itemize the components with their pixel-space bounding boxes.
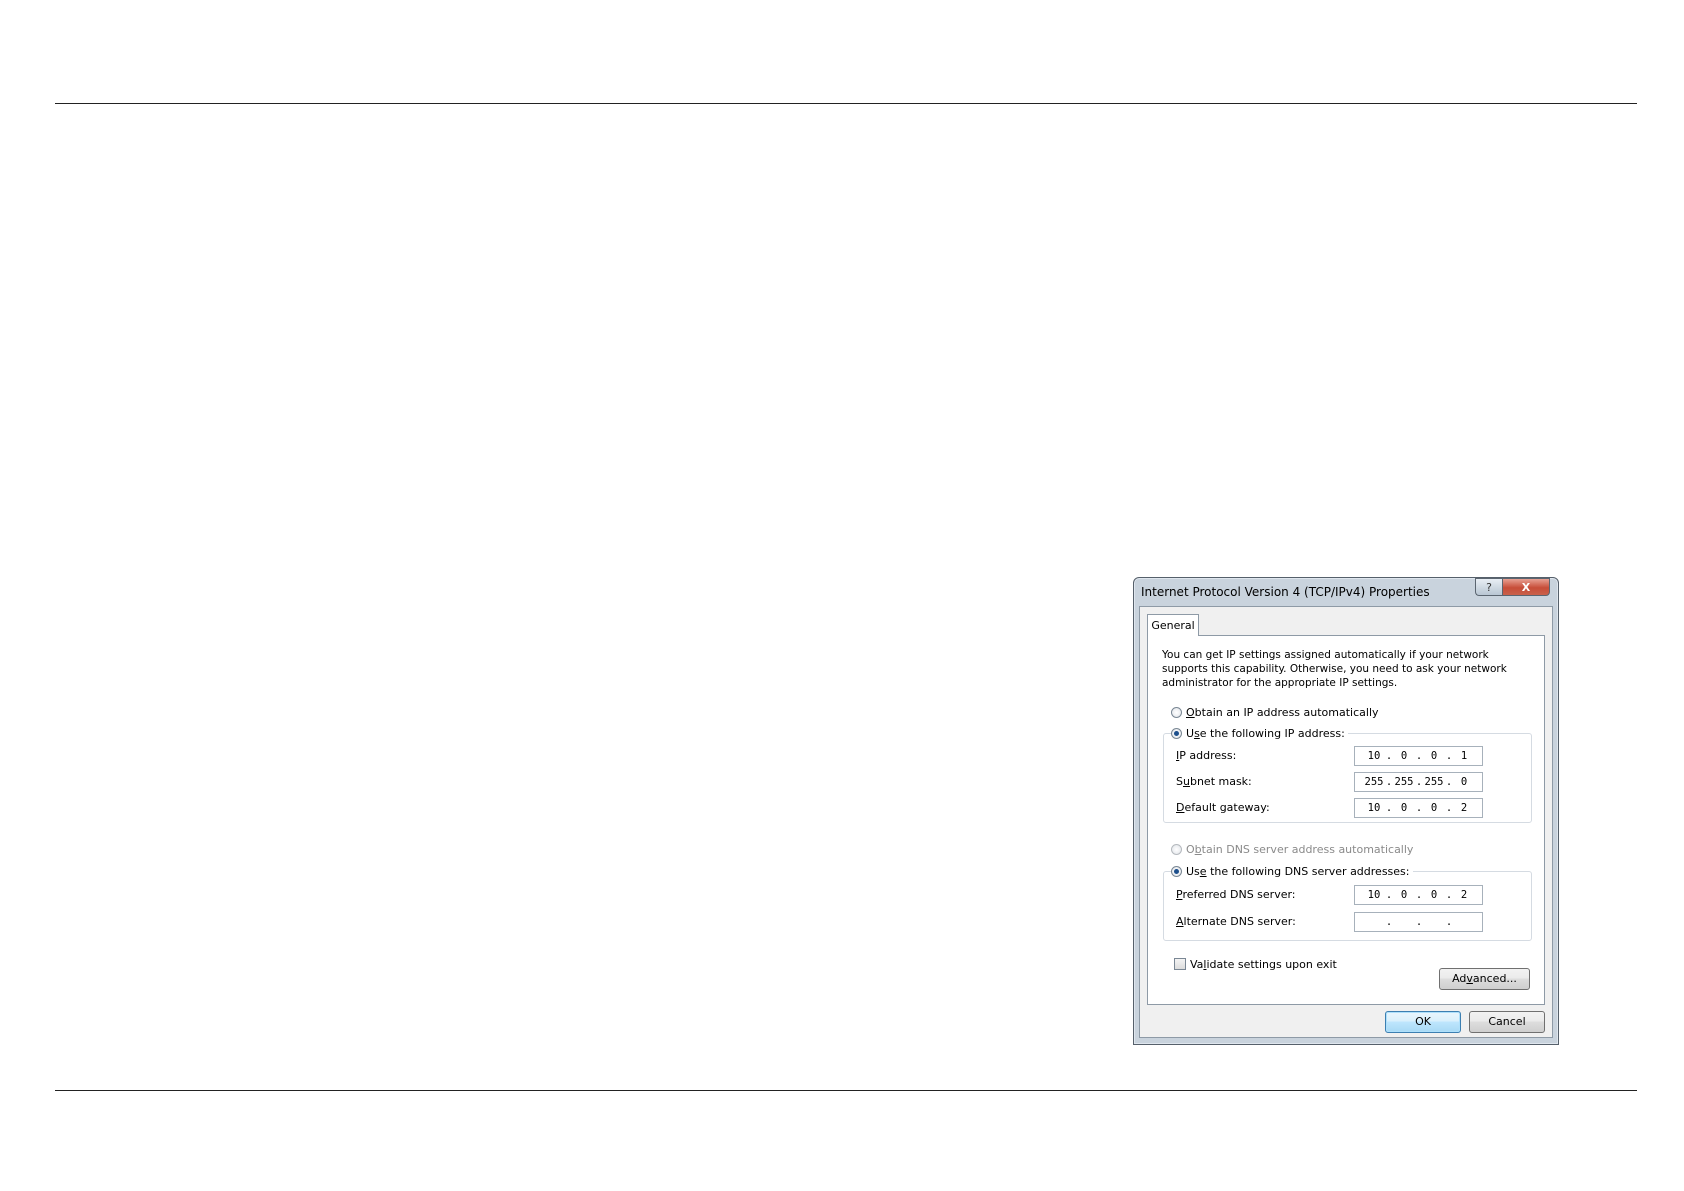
ip-address-group: IP address: 10. 0. 0. 1 Subnet mask: 255… <box>1163 733 1532 823</box>
ok-button[interactable]: OK <box>1385 1011 1461 1033</box>
preferred-dns-row: Preferred DNS server: 10. 0. 0. 2 <box>1176 885 1526 905</box>
ipv4-properties-dialog: Internet Protocol Version 4 (TCP/IPv4) P… <box>1133 577 1559 1045</box>
alternate-dns-label: Alternate DNS server: <box>1176 915 1296 928</box>
default-gateway-row: Default gateway: 10. 0. 0. 2 <box>1176 798 1526 818</box>
validate-settings-label: Validate settings upon exit <box>1190 957 1337 971</box>
dns-server-group: Preferred DNS server: 10. 0. 0. 2 Altern… <box>1163 871 1532 941</box>
description-text: You can get IP settings assigned automat… <box>1162 649 1507 689</box>
validate-settings-checkbox[interactable]: Validate settings upon exit <box>1174 956 1337 972</box>
ip-address-label: IP address: <box>1176 749 1237 762</box>
radio-button-checked[interactable] <box>1171 865 1182 877</box>
ip-address-row: IP address: 10. 0. 0. 1 <box>1176 746 1526 766</box>
dialog-client-area: General You can get IP settings assigned… <box>1139 606 1553 1038</box>
subnet-mask-row: Subnet mask: 255. 255. 255. 0 <box>1176 772 1526 792</box>
use-following-dns-label: Use the following DNS server addresses: <box>1186 864 1410 878</box>
tab-general[interactable]: General <box>1147 614 1199 636</box>
default-gateway-label: Default gateway: <box>1176 801 1270 814</box>
checkbox-unchecked[interactable] <box>1174 958 1186 970</box>
help-button[interactable]: ? <box>1475 578 1502 596</box>
ip-address-input[interactable]: 10. 0. 0. 1 <box>1354 746 1483 766</box>
radio-button-checked[interactable] <box>1171 727 1182 739</box>
default-gateway-input[interactable]: 10. 0. 0. 2 <box>1354 798 1483 818</box>
preferred-dns-label: Preferred DNS server: <box>1176 888 1296 901</box>
subnet-mask-input[interactable]: 255. 255. 255. 0 <box>1354 772 1483 792</box>
caption-buttons: ? X <box>1475 578 1550 596</box>
obtain-ip-automatically-radio[interactable]: Obtain an IP address automatically <box>1171 704 1382 720</box>
use-following-dns-radio[interactable]: Use the following DNS server addresses: <box>1171 863 1413 879</box>
obtain-dns-automatically-label: Obtain DNS server address automatically <box>1186 842 1414 856</box>
obtain-ip-automatically-label: Obtain an IP address automatically <box>1186 705 1379 719</box>
cancel-button[interactable]: Cancel <box>1469 1011 1545 1033</box>
subnet-mask-label: Subnet mask: <box>1176 775 1252 788</box>
dialog-title: Internet Protocol Version 4 (TCP/IPv4) P… <box>1141 585 1430 599</box>
top-rule <box>55 103 1637 104</box>
alternate-dns-input[interactable]: . . . <box>1354 912 1483 932</box>
close-button[interactable]: X <box>1502 578 1550 596</box>
alternate-dns-row: Alternate DNS server: . . . <box>1176 912 1526 932</box>
advanced-button[interactable]: Advanced... <box>1439 968 1530 990</box>
use-following-ip-label: Use the following IP address: <box>1186 726 1345 740</box>
use-following-ip-radio[interactable]: Use the following IP address: <box>1171 725 1348 741</box>
radio-button-unchecked[interactable] <box>1171 706 1182 718</box>
obtain-dns-automatically-radio[interactable]: Obtain DNS server address automatically <box>1171 841 1417 857</box>
preferred-dns-input[interactable]: 10. 0. 0. 2 <box>1354 885 1483 905</box>
radio-button-disabled[interactable] <box>1171 843 1182 855</box>
general-tab-panel: You can get IP settings assigned automat… <box>1147 635 1545 1005</box>
bottom-rule <box>55 1090 1637 1091</box>
